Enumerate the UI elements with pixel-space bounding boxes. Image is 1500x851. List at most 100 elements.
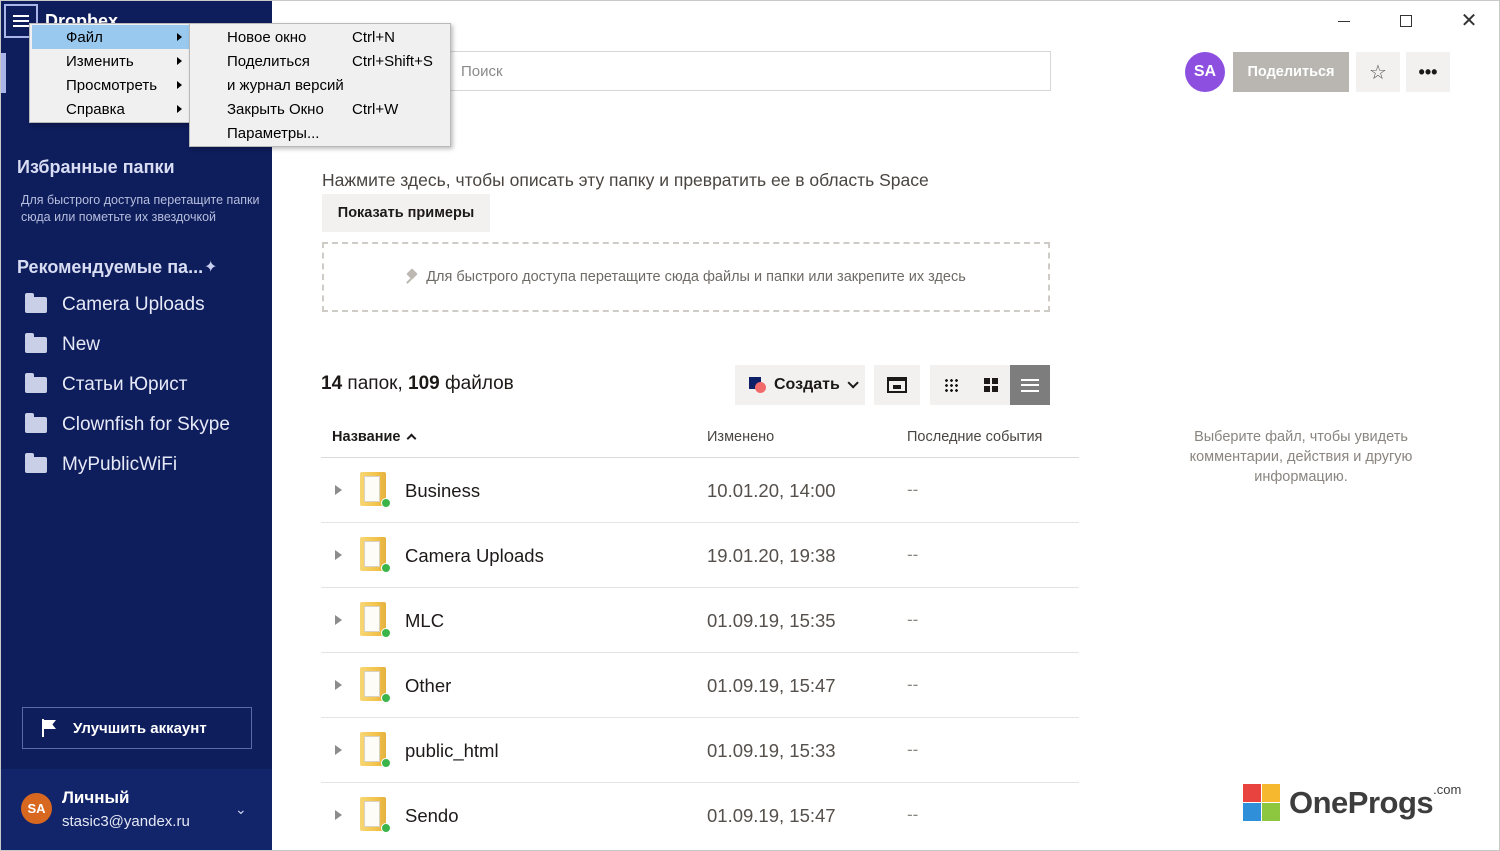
search-input[interactable]: Поиск	[447, 51, 1051, 91]
sidebar-folder-new[interactable]: New	[25, 330, 100, 360]
menu-item-close-window[interactable]: Закрыть Окно Ctrl+W	[192, 97, 448, 121]
account-name: Личный	[62, 788, 130, 807]
share-button[interactable]: Поделиться	[1233, 52, 1349, 92]
folder-description-prompt[interactable]: Нажмите здесь, чтобы описать эту папку и…	[322, 170, 929, 191]
sidebar-folder-camera-uploads[interactable]: Camera Uploads	[25, 290, 205, 320]
folder-icon	[25, 293, 47, 313]
sort-ascending-icon	[407, 433, 417, 444]
dropzone-text: Для быстрого доступа перетащите сюда фай…	[426, 269, 966, 285]
minimize-icon	[1338, 20, 1350, 22]
column-header-name[interactable]: Название	[332, 429, 417, 445]
expand-arrow-icon[interactable]	[335, 810, 342, 820]
menu-item-file[interactable]: Файл	[32, 25, 189, 49]
chevron-down-icon	[847, 377, 859, 389]
menu-item-label: Закрыть Окно	[227, 100, 324, 118]
view-small-grid-button[interactable]	[930, 365, 972, 405]
large-grid-icon	[984, 378, 998, 392]
menu-item-label: Справка	[66, 100, 125, 118]
expand-arrow-icon[interactable]	[335, 745, 342, 755]
expand-arrow-icon[interactable]	[335, 615, 342, 625]
menu-item-label: Параметры...	[227, 124, 320, 142]
info-panel-hint: Выберите файл, чтобы увидеть комментарии…	[1189, 429, 1413, 485]
submenu-arrow-icon	[177, 33, 182, 41]
menu-item-shortcut: Ctrl+W	[352, 100, 399, 118]
submenu-arrow-icon	[177, 105, 182, 113]
synced-check-icon	[381, 563, 391, 573]
pin-icon	[406, 270, 418, 284]
minimize-button[interactable]	[1334, 11, 1354, 31]
avatar: SA	[21, 793, 52, 824]
expand-arrow-icon[interactable]	[335, 550, 342, 560]
menu-item-preferences[interactable]: Параметры...	[192, 121, 448, 145]
recommended-title[interactable]: Рекомендуемые па...	[17, 257, 203, 278]
expand-arrow-icon[interactable]	[335, 680, 342, 690]
small-grid-icon	[944, 378, 958, 392]
dropbox-window: Dropbex Избранные папки Для быстрого дос…	[0, 0, 1500, 851]
watermark-suffix: .com	[1433, 781, 1462, 797]
pinned-dropzone[interactable]: Для быстрого доступа перетащите сюда фай…	[322, 242, 1050, 312]
row-modified: 01.09.19, 15:33	[707, 740, 836, 761]
row-name[interactable]: Sendo	[405, 805, 459, 827]
avatar[interactable]: SA	[1185, 52, 1225, 92]
row-name[interactable]: Business	[405, 480, 480, 502]
star-button[interactable]: ☆	[1356, 52, 1400, 92]
upgrade-account-button[interactable]: Улучшить аккаунт	[22, 707, 252, 749]
sidebar-folder-label: Camera Uploads	[62, 294, 205, 315]
table-row[interactable]: Other 01.09.19, 15:47 --	[321, 653, 1079, 718]
row-modified: 10.01.20, 14:00	[707, 480, 836, 501]
maximize-button[interactable]	[1396, 11, 1416, 31]
upload-icon	[887, 377, 907, 393]
folder-icon	[25, 333, 47, 353]
view-list-button[interactable]	[1010, 365, 1050, 405]
upload-button[interactable]	[874, 365, 920, 405]
menu-item-label: и журнал версий	[227, 76, 344, 94]
submenu-arrow-icon	[177, 81, 182, 89]
table-row[interactable]: public_html 01.09.19, 15:33 --	[321, 718, 1079, 783]
sidebar-folder-articles[interactable]: Статьи Юрист	[25, 370, 187, 400]
table-row[interactable]: Camera Uploads 19.01.20, 19:38 --	[321, 523, 1079, 588]
row-name[interactable]: public_html	[405, 740, 499, 762]
sidebar-folder-mypublicwifi[interactable]: MyPublicWiFi	[25, 450, 177, 480]
show-examples-button[interactable]: Показать примеры	[322, 194, 490, 232]
list-icon	[1021, 378, 1039, 392]
menu-item-edit[interactable]: Изменить	[32, 49, 189, 73]
row-events: --	[907, 675, 919, 694]
menu-item-label: Поделиться	[227, 52, 310, 70]
expand-arrow-icon[interactable]	[335, 485, 342, 495]
row-name[interactable]: Other	[405, 675, 451, 697]
create-icon	[749, 377, 767, 393]
favorites-hint: Для быстрого доступа перетащите папки сю…	[21, 193, 260, 224]
table-row[interactable]: Business 10.01.20, 14:00 --	[321, 458, 1079, 523]
account-switcher[interactable]: SA Личный stasic3@yandex.ru ⌄	[1, 769, 272, 850]
sidebar-folder-label: New	[62, 334, 101, 355]
menu-item-new-window[interactable]: Новое окно Ctrl+N	[192, 25, 448, 49]
close-button[interactable]: ✕	[1459, 11, 1479, 31]
table-row[interactable]: Sendo 01.09.19, 15:47 --	[321, 783, 1079, 848]
column-header-events[interactable]: Последние события	[907, 429, 1042, 445]
menu-item-view[interactable]: Просмотреть	[32, 73, 189, 97]
menu-item-version-history[interactable]: и журнал версий	[192, 73, 448, 97]
row-name[interactable]: MLC	[405, 610, 444, 632]
column-header-modified[interactable]: Изменено	[707, 429, 774, 445]
menu-item-label: Изменить	[66, 52, 134, 70]
view-large-grid-button[interactable]	[970, 365, 1012, 405]
row-events: --	[907, 740, 919, 759]
folder-icon	[25, 413, 47, 433]
menu-item-label: Просмотреть	[66, 76, 158, 94]
sidebar-folder-clownfish[interactable]: Clownfish for Skype	[25, 410, 230, 440]
table-row[interactable]: MLC 01.09.19, 15:35 --	[321, 588, 1079, 653]
watermark-text: OneProgs	[1289, 785, 1434, 820]
sidebar-selection-indicator	[1, 53, 6, 93]
menu-item-share[interactable]: Поделиться Ctrl+Shift+S	[192, 49, 448, 73]
row-events: --	[907, 610, 919, 629]
synced-check-icon	[381, 498, 391, 508]
row-name[interactable]: Camera Uploads	[405, 545, 544, 567]
folder-icon	[25, 373, 47, 393]
row-modified: 01.09.19, 15:47	[707, 675, 836, 696]
folder-icon	[25, 453, 47, 473]
menu-item-help[interactable]: Справка	[32, 97, 189, 121]
more-icon: •••	[1418, 61, 1438, 82]
more-options-button[interactable]: •••	[1406, 52, 1450, 92]
item-counts: 14 папок, 109 файлов	[321, 373, 514, 395]
create-button[interactable]: Создать	[735, 365, 865, 405]
